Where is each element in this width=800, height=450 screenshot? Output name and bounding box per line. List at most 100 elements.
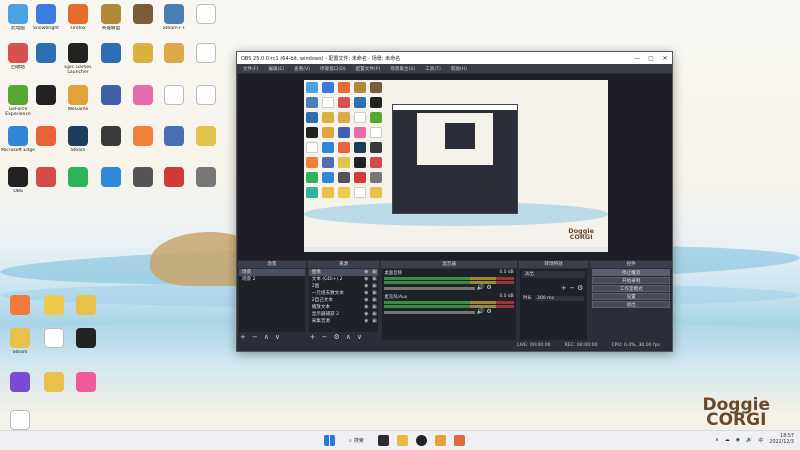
- desktop-icon[interactable]: [36, 295, 72, 327]
- visibility-eye-icon[interactable]: ◉: [362, 297, 370, 304]
- obs-menu-item[interactable]: 配置文件(P): [356, 66, 381, 72]
- lock-icon[interactable]: ▣: [370, 269, 378, 276]
- scene-item[interactable]: 场景: [239, 269, 305, 276]
- source-item[interactable]: 播放文本 ◉ ▣: [309, 304, 379, 311]
- desktop-icon[interactable]: [60, 167, 96, 199]
- source-item[interactable]: 2自己文本 ◉ ▣: [309, 297, 379, 304]
- obs-preview-canvas[interactable]: Doggie CORGI: [304, 80, 608, 252]
- remove-icon[interactable]: −: [252, 333, 258, 341]
- desktop-icon[interactable]: [28, 167, 64, 199]
- desktop-icon[interactable]: [188, 167, 224, 199]
- desktop-icon[interactable]: Steam: [2, 328, 38, 360]
- add-icon[interactable]: +: [310, 333, 316, 341]
- desktop-icon[interactable]: [93, 126, 129, 158]
- visibility-eye-icon[interactable]: ◉: [362, 269, 370, 276]
- visibility-eye-icon[interactable]: ◉: [362, 276, 370, 283]
- visibility-eye-icon[interactable]: ◉: [362, 283, 370, 290]
- desktop-icon[interactable]: [156, 126, 192, 158]
- app-taskbar-icon[interactable]: [434, 435, 446, 446]
- desktop-icon[interactable]: [188, 126, 224, 158]
- desktop-icon[interactable]: [156, 43, 192, 75]
- source-item[interactable]: 一元组去数文本 ◉ ▣: [309, 290, 379, 297]
- desktop-icon[interactable]: [36, 328, 72, 360]
- desktop-icon[interactable]: [93, 167, 129, 199]
- lock-icon[interactable]: ▣: [370, 304, 378, 311]
- tray-app-icon[interactable]: ◉: [736, 437, 740, 443]
- desktop-icon[interactable]: Firefox: [60, 4, 96, 36]
- close-icon[interactable]: ✕: [658, 55, 672, 62]
- source-item[interactable]: 显示器捕获 2 ◉ ▣: [309, 311, 379, 318]
- control-button[interactable]: 工作室模式: [592, 285, 670, 292]
- speaker-icon[interactable]: 🔊: [746, 437, 752, 443]
- desktop-icon[interactable]: WeGame: [60, 85, 96, 117]
- obs-menu-item[interactable]: 工具(T): [425, 66, 441, 72]
- add-icon[interactable]: +: [240, 333, 246, 341]
- source-item[interactable]: 2图 ◉ ▣: [309, 283, 379, 290]
- source-item[interactable]: 图像 ◉ ▣: [308, 269, 379, 276]
- control-button[interactable]: 开始录制: [592, 277, 670, 284]
- lock-icon[interactable]: ▣: [370, 283, 378, 290]
- gear-icon[interactable]: ⚙: [333, 333, 339, 341]
- speaker-icon[interactable]: 🔊: [477, 284, 484, 291]
- scene-item[interactable]: 场景 2: [239, 276, 305, 283]
- obs-taskbar-icon[interactable]: [415, 435, 427, 446]
- desktop-icon[interactable]: [68, 328, 104, 360]
- source-item[interactable]: 文本 (GDI+) 2 ◉ ▣: [309, 276, 379, 283]
- desktop-icon[interactable]: [28, 85, 64, 117]
- obs-window[interactable]: OBS 25.0.0-rc1 (64-bit, windows) - 配置文件:…: [236, 51, 673, 352]
- input-method-icon[interactable]: 中: [758, 437, 763, 444]
- control-button[interactable]: 停止推流: [592, 269, 670, 276]
- desktop-icon[interactable]: Snowbright: [28, 4, 64, 36]
- source-item[interactable]: 采集音源 ◉ ▣: [309, 318, 379, 325]
- speaker-icon[interactable]: 🔊: [477, 308, 484, 315]
- volume-slider[interactable]: [384, 287, 475, 290]
- taskbar-search[interactable]: ⌕ 搜索: [343, 437, 370, 445]
- obs-menu-item[interactable]: 场景集合(S): [390, 66, 415, 72]
- desktop-icon[interactable]: [2, 372, 38, 404]
- app-taskbar-icon[interactable]: [453, 435, 465, 446]
- desktop-icon[interactable]: Epic Games Launcher: [60, 43, 96, 75]
- visibility-eye-icon[interactable]: ◉: [362, 318, 370, 325]
- scene-list[interactable]: 场景 场景 2: [239, 269, 305, 332]
- remove-icon[interactable]: −: [322, 333, 328, 341]
- obs-menu-item[interactable]: 文件(F): [243, 66, 258, 72]
- lock-icon[interactable]: ▣: [370, 297, 378, 304]
- visibility-eye-icon[interactable]: ◉: [362, 311, 370, 318]
- obs-menu-item[interactable]: 帮助(H): [451, 66, 467, 72]
- desktop-icon[interactable]: [93, 85, 129, 117]
- obs-menu-item[interactable]: 编辑(E): [268, 66, 284, 72]
- gear-icon[interactable]: ⚙: [486, 284, 491, 291]
- obs-title-bar[interactable]: OBS 25.0.0-rc1 (64-bit, windows) - 配置文件:…: [237, 52, 672, 64]
- desktop-icon[interactable]: [188, 4, 224, 36]
- lock-icon[interactable]: ▣: [370, 318, 378, 325]
- visibility-eye-icon[interactable]: ◉: [362, 304, 370, 311]
- desktop-icon[interactable]: [188, 85, 224, 117]
- lock-icon[interactable]: ▣: [370, 276, 378, 283]
- desktop-icon[interactable]: [68, 295, 104, 327]
- lock-icon[interactable]: ▣: [370, 290, 378, 297]
- control-button[interactable]: 设置: [592, 293, 670, 300]
- desktop-icon[interactable]: [2, 295, 38, 327]
- desktop-icon[interactable]: [156, 167, 192, 199]
- duration-input[interactable]: 300 ms: [534, 295, 585, 301]
- task-view-icon[interactable]: [377, 435, 389, 446]
- minimize-icon[interactable]: —: [630, 55, 644, 62]
- desktop-icon[interactable]: [36, 372, 72, 404]
- desktop-icon[interactable]: [188, 43, 224, 75]
- gear-icon[interactable]: ⚙: [577, 284, 583, 292]
- volume-slider[interactable]: [384, 311, 475, 314]
- desktop-icon[interactable]: [28, 43, 64, 75]
- lock-icon[interactable]: ▣: [370, 311, 378, 318]
- desktop-icon[interactable]: [68, 372, 104, 404]
- source-list[interactable]: 图像 ◉ ▣ 文本 (GDI+) 2 ◉ ▣ 2图 ◉ ▣ 一元组去数文本 ◉ ▣ 2自己文本 ◉ ▣ 播放文…: [308, 269, 379, 332]
- desktop-icon[interactable]: [156, 85, 192, 117]
- transition-select[interactable]: 淡出: [521, 271, 586, 278]
- chevron-up-icon[interactable]: ∧: [264, 333, 269, 341]
- control-button[interactable]: 退出: [592, 301, 670, 308]
- obs-menu-item[interactable]: 查看(V): [294, 66, 310, 72]
- add-transition-icon[interactable]: +: [561, 284, 567, 292]
- obs-menu-item[interactable]: 停靠窗口(D): [320, 66, 346, 72]
- windows-start-icon[interactable]: [324, 435, 335, 446]
- chevron-down-icon[interactable]: ∨: [357, 333, 362, 341]
- chevron-down-icon[interactable]: ∨: [275, 333, 280, 341]
